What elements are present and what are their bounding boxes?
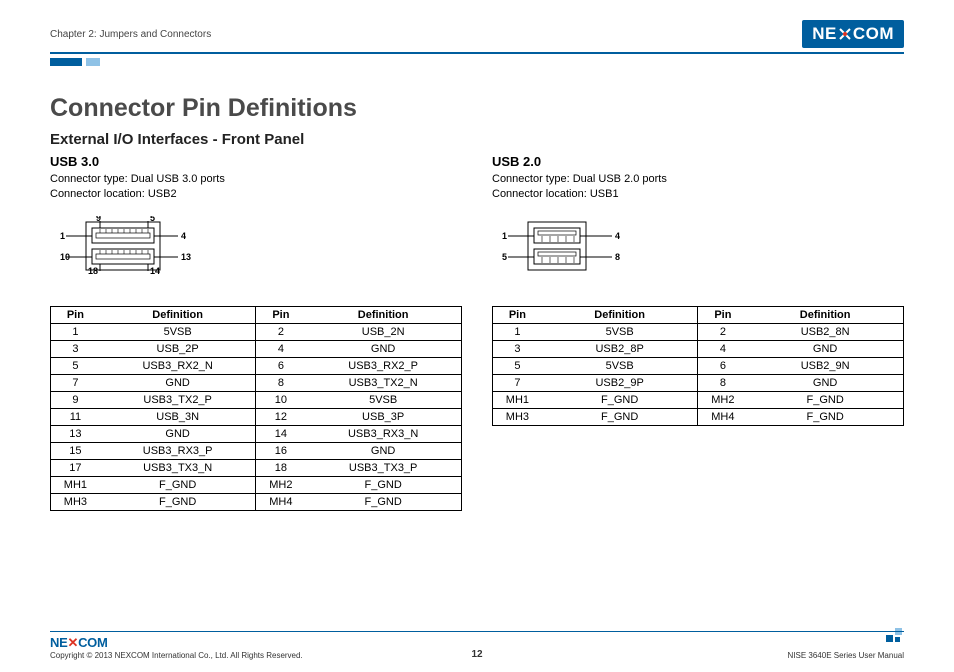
table-row: MH3F_GNDMH4F_GND bbox=[51, 493, 462, 510]
svg-text:13: 13 bbox=[181, 252, 191, 262]
usb20-section: USB 2.0 Connector type: Dual USB 2.0 por… bbox=[492, 154, 904, 511]
usb20-heading: USB 2.0 bbox=[492, 154, 904, 169]
th-pin: Pin bbox=[256, 306, 305, 323]
usb20-location: Connector location: USB1 bbox=[492, 187, 904, 202]
table-row: 17USB3_TX3_N18USB3_TX3_P bbox=[51, 459, 462, 476]
th-pin: Pin bbox=[493, 306, 542, 323]
usb30-location: Connector location: USB2 bbox=[50, 187, 462, 202]
usb30-heading: USB 3.0 bbox=[50, 154, 462, 169]
th-def: Definition bbox=[747, 306, 903, 323]
accent-bar bbox=[50, 58, 904, 66]
table-row: 5USB3_RX2_N6USB3_RX2_P bbox=[51, 357, 462, 374]
usb20-diagram: 1 4 5 8 bbox=[492, 216, 904, 286]
table-row: 15USB3_RX3_P16GND bbox=[51, 442, 462, 459]
svg-text:9: 9 bbox=[96, 216, 101, 223]
svg-text:1: 1 bbox=[502, 231, 507, 241]
table-row: 3USB_2P4GND bbox=[51, 340, 462, 357]
svg-text:18: 18 bbox=[88, 266, 98, 276]
table-row: 55VSB6USB2_9N bbox=[493, 357, 904, 374]
page-title: Connector Pin Definitions bbox=[50, 94, 904, 123]
usb30-table: Pin Definition Pin Definition 15VSB2USB_… bbox=[50, 306, 462, 511]
usb20-type: Connector type: Dual USB 2.0 ports bbox=[492, 172, 904, 187]
footer-logo: NE✕COM bbox=[50, 635, 303, 651]
table-row: 3USB2_8P4GND bbox=[493, 340, 904, 357]
usb30-section: USB 3.0 Connector type: Dual USB 3.0 por… bbox=[50, 154, 462, 511]
th-pin: Pin bbox=[698, 306, 747, 323]
table-row: 9USB3_TX2_P105VSB bbox=[51, 391, 462, 408]
th-pin: Pin bbox=[51, 306, 100, 323]
th-def: Definition bbox=[542, 306, 698, 323]
page-footer: NE✕COM Copyright © 2013 NEXCOM Internati… bbox=[50, 631, 904, 660]
th-def: Definition bbox=[305, 306, 461, 323]
svg-text:10: 10 bbox=[60, 252, 70, 262]
table-row: 15VSB2USB_2N bbox=[51, 323, 462, 340]
table-row: 7USB2_9P8GND bbox=[493, 374, 904, 391]
brand-logo: NE COM bbox=[802, 20, 904, 48]
svg-text:5: 5 bbox=[502, 252, 507, 262]
svg-text:8: 8 bbox=[615, 252, 620, 262]
svg-text:14: 14 bbox=[150, 266, 160, 276]
table-row: 11USB_3N12USB_3P bbox=[51, 408, 462, 425]
page-header: Chapter 2: Jumpers and Connectors NE COM bbox=[50, 20, 904, 54]
table-row: 15VSB2USB2_8N bbox=[493, 323, 904, 340]
usb30-type: Connector type: Dual USB 3.0 ports bbox=[50, 172, 462, 187]
copyright: Copyright © 2013 NEXCOM International Co… bbox=[50, 651, 303, 660]
chapter-label: Chapter 2: Jumpers and Connectors bbox=[50, 29, 211, 40]
svg-text:1: 1 bbox=[60, 231, 65, 241]
table-row: 7GND8USB3_TX2_N bbox=[51, 374, 462, 391]
section-subtitle: External I/O Interfaces - Front Panel bbox=[50, 131, 904, 148]
table-row: MH1F_GNDMH2F_GND bbox=[51, 476, 462, 493]
svg-text:4: 4 bbox=[615, 231, 620, 241]
manual-name: NISE 3640E Series User Manual bbox=[788, 651, 905, 660]
usb30-diagram: 1 4 10 13 9 5 18 14 bbox=[50, 216, 462, 286]
th-def: Definition bbox=[100, 306, 256, 323]
table-row: MH3F_GNDMH4F_GND bbox=[493, 408, 904, 425]
usb20-table: Pin Definition Pin Definition 15VSB2USB2… bbox=[492, 306, 904, 426]
table-row: MH1F_GNDMH2F_GND bbox=[493, 391, 904, 408]
svg-text:5: 5 bbox=[150, 216, 155, 223]
x-icon bbox=[838, 27, 852, 41]
svg-text:4: 4 bbox=[181, 231, 186, 241]
table-row: 13GND14USB3_RX3_N bbox=[51, 425, 462, 442]
page-number: 12 bbox=[471, 649, 482, 660]
